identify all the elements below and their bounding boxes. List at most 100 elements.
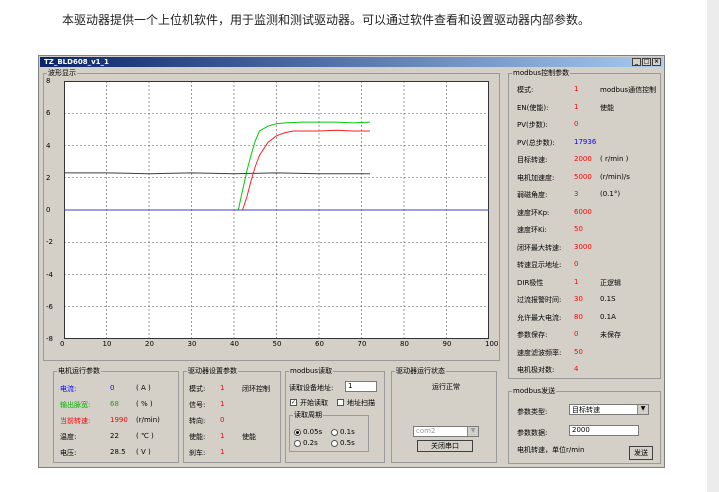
control-param-label: 允许最大电流:: [517, 313, 562, 322]
param-type-label: 参数类型:: [517, 408, 548, 416]
x-tick-label: 10: [102, 340, 112, 348]
param-data-input[interactable]: 2000: [569, 425, 639, 436]
y-tick-label: -2: [46, 238, 53, 247]
motor-param-unit: ( % ): [136, 400, 153, 408]
motor-param-value: 0: [110, 384, 115, 392]
period-label-3: 0.5s: [340, 439, 355, 447]
control-param-value: 4: [574, 365, 579, 373]
y-tick-label: 2: [46, 173, 51, 182]
minimize-button[interactable]: _: [632, 58, 641, 66]
modbus-control-legend: modbus控制参数: [513, 69, 570, 77]
control-param-label: 电机加速度:: [517, 173, 555, 182]
intro-text: 本驱动器提供一个上位机软件，用于监测和测试驱动器。可以通过软件查看和设置驱动器内…: [62, 13, 591, 27]
control-param-note: 未保存: [600, 331, 621, 339]
control-param-note: 正逻辑: [600, 278, 621, 287]
address-scan-label: 地址扫描: [347, 399, 375, 407]
status-text: 运行正常: [432, 383, 460, 391]
driver-param-label: 使能:: [189, 433, 206, 441]
control-param-value: 1: [574, 85, 579, 93]
maximize-button[interactable]: □: [642, 58, 651, 66]
control-param-note: 0.1A: [600, 312, 616, 321]
close-port-button[interactable]: 关闭串口: [417, 440, 473, 452]
control-param-value: 3: [574, 190, 579, 198]
control-param-value: 0: [574, 260, 579, 268]
control-param-value: 1: [574, 102, 579, 111]
x-tick-label: 60: [315, 340, 324, 348]
driver-param-value: 1: [220, 384, 225, 392]
motor-param-value: 68: [110, 400, 119, 408]
series-line: [64, 172, 370, 175]
param-type-value: 目标转速: [572, 406, 600, 414]
motor-param-label: 输出脉宽:: [60, 401, 91, 409]
close-button[interactable]: ×: [652, 58, 661, 66]
control-param-label: 模式:: [517, 86, 534, 94]
window-title: TZ_BLD608_v1_1: [44, 58, 109, 66]
motor-param-label: 当前转速:: [60, 417, 91, 425]
control-param-value: 17936: [574, 137, 597, 146]
title-bar: TZ_BLD608_v1_1 _ □ ×: [40, 57, 663, 67]
read-address-label: 读取设备地址:: [289, 384, 334, 392]
app-window: TZ_BLD608_v1_1 _ □ × 波形显示 8 6 4 2 0 -2 -4 -6 -8 …: [38, 55, 665, 468]
period-radio-1[interactable]: [331, 429, 338, 436]
motor-param-value: 1990: [110, 416, 128, 424]
control-param-label: 目标转速:: [517, 156, 548, 164]
period-radio-2[interactable]: [294, 440, 301, 447]
motor-params-legend: 电机运行参数: [58, 367, 100, 375]
control-param-label: 速度滤波频率:: [517, 348, 562, 357]
control-param-label: 弱磁角度:: [517, 191, 548, 199]
x-tick-label: 70: [357, 340, 367, 348]
control-param-value: 50: [574, 347, 583, 356]
driver-param-note: 使能: [242, 433, 256, 441]
control-param-value: 5000: [574, 172, 592, 181]
driver-param-value: 0: [220, 416, 225, 424]
x-tick-label: 80: [400, 340, 409, 348]
y-tick-label: -6: [46, 302, 53, 311]
driver-settings-legend: 驱动器设置参数: [188, 367, 237, 375]
waveform-legend: 波形显示: [48, 69, 76, 77]
com-port-value: com2: [416, 427, 436, 435]
read-address-input[interactable]: 1: [345, 381, 377, 392]
motor-param-value: 22: [110, 432, 119, 440]
com-port-select[interactable]: com2 ▼: [413, 426, 479, 437]
send-hint: 电机转速，单位r/min: [517, 446, 585, 454]
modbus-read-legend: modbus读取: [290, 367, 333, 375]
address-scan-checkbox[interactable]: [337, 399, 344, 406]
control-param-label: 过流报警时间:: [517, 296, 562, 304]
driver-param-value: 1: [220, 448, 225, 456]
y-tick-label: 6: [46, 109, 51, 118]
read-period-group: 读取周期: [289, 410, 369, 452]
motor-param-label: 温度:: [60, 433, 77, 441]
x-tick-label: 40: [230, 340, 239, 348]
chevron-down-icon: ▼: [467, 427, 478, 436]
y-tick-label: 0: [46, 206, 51, 214]
control-param-label: 参数保存:: [517, 331, 548, 339]
control-param-note: modbus通信控制: [600, 86, 657, 94]
series-line: [237, 121, 371, 211]
control-param-label: DIR极性: [517, 278, 544, 287]
param-type-select[interactable]: 目标转速 ▼: [569, 404, 649, 415]
control-param-label: PV(步数):: [517, 121, 548, 129]
motor-param-unit: ( A ): [136, 384, 151, 392]
modbus-send-legend: modbus发送: [513, 387, 556, 395]
control-param-note: (r/min)/s: [600, 172, 630, 181]
period-radio-3[interactable]: [331, 440, 338, 447]
start-read-checkbox[interactable]: ✓: [290, 399, 297, 406]
driver-param-value: 1: [220, 432, 225, 440]
motor-param-unit: ( V ): [136, 448, 151, 456]
control-param-value: 1: [574, 277, 579, 286]
control-param-label: 电机极对数:: [517, 366, 555, 374]
y-tick-label: -8: [46, 335, 53, 343]
control-param-label: EN(使能):: [517, 103, 549, 112]
motor-param-value: 28.5: [110, 448, 126, 456]
control-param-value: 6000: [574, 207, 592, 216]
x-tick-label: 90: [442, 340, 452, 348]
control-param-value: 80: [574, 312, 583, 321]
control-param-note: 使能: [600, 103, 614, 112]
control-param-note: ( r/min ): [600, 155, 629, 163]
send-button[interactable]: 发送: [629, 446, 653, 460]
control-param-label: 速度环Ki:: [517, 226, 547, 234]
period-radio-0[interactable]: [294, 429, 301, 436]
x-tick-label: 0: [60, 340, 65, 348]
control-param-label: 闭环最大转速:: [517, 243, 562, 252]
page-scrollbar[interactable]: [707, 0, 719, 492]
